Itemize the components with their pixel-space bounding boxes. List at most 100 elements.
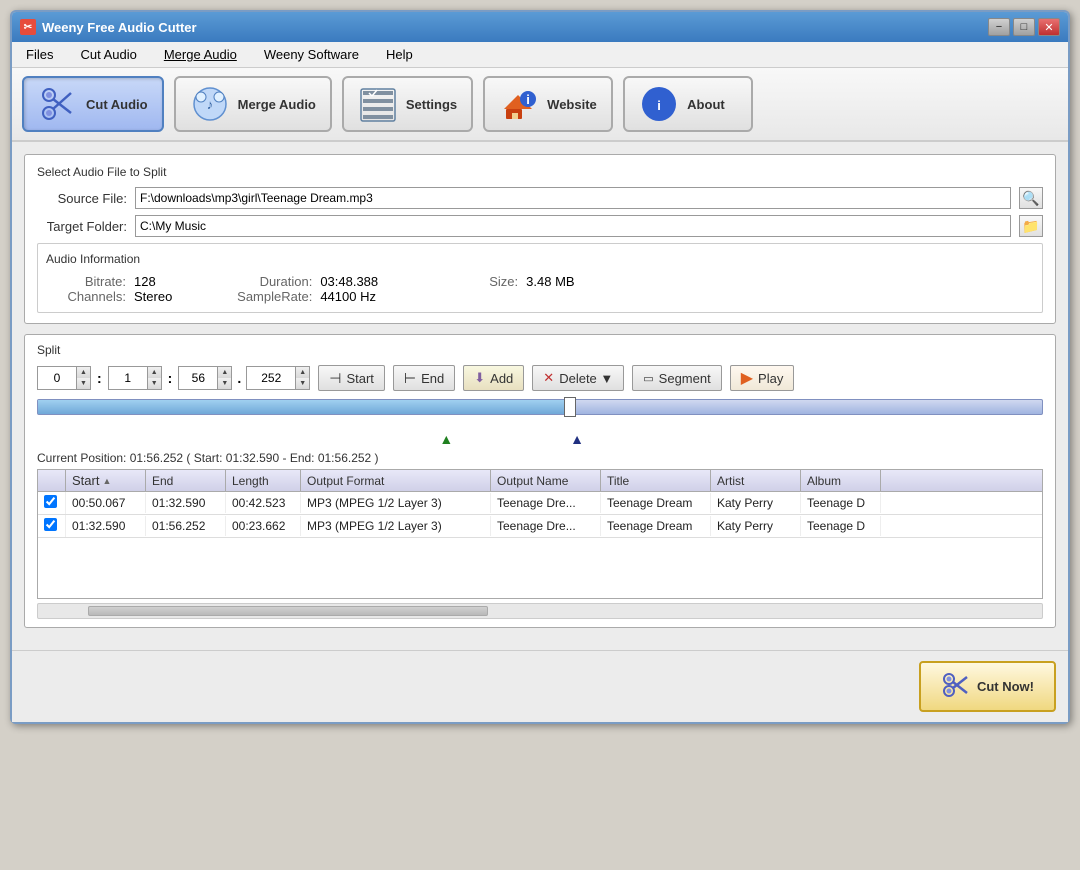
start-button[interactable]: ⊣ Start [318, 365, 385, 391]
toolbar-website[interactable]: i Website [483, 76, 613, 132]
position-text: Current Position: 01:56.252 ( Start: 01:… [37, 451, 1043, 465]
timeline-handle[interactable] [564, 397, 576, 417]
source-label: Source File: [37, 191, 127, 206]
samplerate-label: SampleRate: [232, 289, 312, 304]
split-controls: ▲ ▼ : ▲ ▼ : ▲ [37, 365, 1043, 391]
audio-info-box: Audio Information Bitrate: 128 Channels:… [37, 243, 1043, 313]
add-icon: ⬇ [474, 370, 485, 386]
row2-artist: Katy Perry [711, 516, 801, 536]
maximize-button[interactable]: □ [1013, 18, 1035, 36]
title-bar: ✂ Weeny Free Audio Cutter − □ ✕ [12, 12, 1068, 42]
website-label: Website [547, 97, 597, 112]
cut-now-button[interactable]: Cut Now! [919, 661, 1056, 712]
menu-cut-audio[interactable]: Cut Audio [74, 45, 142, 64]
th-title[interactable]: Title [601, 470, 711, 491]
toolbar-settings[interactable]: Settings [342, 76, 473, 132]
toolbar-cut-audio[interactable]: Cut Audio [22, 76, 164, 132]
th-outname[interactable]: Output Name [491, 470, 601, 491]
spinbox-ms-up[interactable]: ▲ [295, 367, 309, 378]
source-browse-button[interactable]: 🔍 [1019, 187, 1043, 209]
duration-row: Duration: 03:48.388 [232, 274, 378, 289]
scrollbar-thumb[interactable] [88, 606, 488, 616]
target-label: Target Folder: [37, 219, 127, 234]
spinbox-hours-input[interactable] [38, 367, 76, 389]
spinbox-ms-arrows: ▲ ▼ [295, 367, 309, 389]
row1-check[interactable] [38, 492, 66, 514]
audio-info-title: Audio Information [46, 252, 1034, 266]
horizontal-scrollbar[interactable] [37, 603, 1043, 619]
th-artist[interactable]: Artist [711, 470, 801, 491]
target-folder-input[interactable] [135, 215, 1011, 237]
svg-text:i: i [657, 98, 661, 113]
table-row[interactable]: 01:32.590 01:56.252 00:23.662 MP3 (MPEG … [38, 515, 1042, 538]
target-browse-button[interactable]: 📁 [1019, 215, 1043, 237]
colon-2: : [166, 370, 175, 386]
spinbox-seconds-down[interactable]: ▼ [217, 378, 231, 389]
audio-info-col3: Size: 3.48 MB [438, 274, 574, 304]
settings-icon [358, 84, 398, 124]
row1-album: Teenage D [801, 493, 881, 513]
row2-length: 00:23.662 [226, 516, 301, 536]
spinbox-hours-up[interactable]: ▲ [76, 367, 90, 378]
end-button[interactable]: ⊢ End [393, 365, 455, 391]
start-arrow: ▲ [439, 431, 453, 447]
row2-format: MP3 (MPEG 1/2 Layer 3) [301, 516, 491, 536]
th-length[interactable]: Length [226, 470, 301, 491]
play-label: Play [758, 371, 783, 386]
menu-files[interactable]: Files [20, 45, 59, 64]
spinbox-ms-input[interactable] [247, 367, 295, 389]
add-label: Add [490, 371, 513, 386]
settings-label: Settings [406, 97, 457, 112]
row1-title: Teenage Dream [601, 493, 711, 513]
svg-text:i: i [526, 92, 530, 107]
timeline-track[interactable] [37, 399, 1043, 429]
spinbox-hours: ▲ ▼ [37, 366, 91, 390]
play-button[interactable]: ▶ Play [730, 365, 795, 391]
timeline-fill [38, 400, 570, 414]
table-empty-area [38, 538, 1042, 598]
menu-weeny-software[interactable]: Weeny Software [258, 45, 365, 64]
th-end[interactable]: End [146, 470, 226, 491]
spinbox-hours-down[interactable]: ▼ [76, 378, 90, 389]
window-title: Weeny Free Audio Cutter [42, 20, 197, 35]
th-start[interactable]: Start ▲ [66, 470, 146, 491]
split-section: Split ▲ ▼ : ▲ ▼ [24, 334, 1056, 628]
row2-outname: Teenage Dre... [491, 516, 601, 536]
th-format[interactable]: Output Format [301, 470, 491, 491]
spinbox-minutes-up[interactable]: ▲ [147, 367, 161, 378]
delete-button[interactable]: ✕ Delete ▼ [532, 365, 624, 391]
spinbox-minutes-arrows: ▲ ▼ [147, 367, 161, 389]
menu-merge-audio[interactable]: Merge Audio [158, 45, 243, 64]
th-album[interactable]: Album [801, 470, 881, 491]
size-row: Size: 3.48 MB [438, 274, 574, 289]
table-row[interactable]: 00:50.067 01:32.590 00:42.523 MP3 (MPEG … [38, 492, 1042, 515]
spinbox-seconds-up[interactable]: ▲ [217, 367, 231, 378]
start-label: Start [346, 371, 373, 386]
spinbox-ms-down[interactable]: ▼ [295, 378, 309, 389]
table-header: Start ▲ End Length Output Format Output … [38, 470, 1042, 492]
segments-table: Start ▲ End Length Output Format Output … [37, 469, 1043, 599]
toolbar-merge-audio[interactable]: ♪ Merge Audio [174, 76, 332, 132]
title-bar-left: ✂ Weeny Free Audio Cutter [20, 19, 197, 35]
audio-info-col2: Duration: 03:48.388 SampleRate: 44100 Hz [232, 274, 378, 304]
close-button[interactable]: ✕ [1038, 18, 1060, 36]
menu-help[interactable]: Help [380, 45, 419, 64]
play-icon: ▶ [741, 368, 753, 388]
bitrate-value: 128 [134, 274, 156, 289]
segment-button[interactable]: ▭ Segment [632, 365, 721, 391]
bitrate-row: Bitrate: 128 [46, 274, 172, 289]
row2-check[interactable] [38, 515, 66, 537]
channels-value: Stereo [134, 289, 172, 304]
source-file-input[interactable] [135, 187, 1011, 209]
bitrate-label: Bitrate: [46, 274, 126, 289]
spinbox-minutes-down[interactable]: ▼ [147, 378, 161, 389]
th-check [38, 470, 66, 491]
add-button[interactable]: ⬇ Add [463, 365, 524, 391]
toolbar-about[interactable]: i About [623, 76, 753, 132]
minimize-button[interactable]: − [988, 18, 1010, 36]
end-icon: ⊢ [404, 370, 416, 387]
cut-now-label: Cut Now! [977, 679, 1034, 694]
spinbox-minutes-input[interactable] [109, 367, 147, 389]
spinbox-seconds-input[interactable] [179, 367, 217, 389]
spinbox-seconds-arrows: ▲ ▼ [217, 367, 231, 389]
